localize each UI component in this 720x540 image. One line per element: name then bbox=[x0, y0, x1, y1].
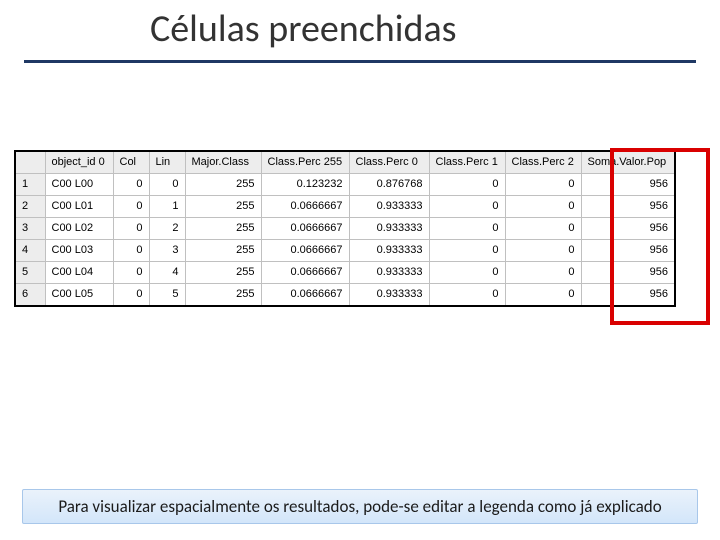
col-classperc2: Class.Perc 2 bbox=[505, 151, 581, 174]
table-row: 2 C00 L01 0 1 255 0.0666667 0.933333 0 0… bbox=[15, 196, 675, 218]
cell-p2: 0 bbox=[505, 262, 581, 284]
cell-p1: 0 bbox=[429, 262, 505, 284]
cell-lin: 3 bbox=[149, 240, 185, 262]
cell-p0: 0.876768 bbox=[349, 174, 429, 196]
row-index: 6 bbox=[15, 284, 45, 307]
page-title: Células preenchidas bbox=[150, 6, 457, 52]
col-col: Col bbox=[113, 151, 149, 174]
cell-col: 0 bbox=[113, 240, 149, 262]
table-header-row: object_id 0 Col Lin Major.Class Class.Pe… bbox=[15, 151, 675, 174]
cell-p0: 0.933333 bbox=[349, 196, 429, 218]
cell-p1: 0 bbox=[429, 196, 505, 218]
table-row: 5 C00 L04 0 4 255 0.0666667 0.933333 0 0… bbox=[15, 262, 675, 284]
row-index: 4 bbox=[15, 240, 45, 262]
cell-p2: 0 bbox=[505, 174, 581, 196]
cell-p1: 0 bbox=[429, 284, 505, 307]
cell-lin: 0 bbox=[149, 174, 185, 196]
cell-majorclass: 255 bbox=[185, 262, 261, 284]
cell-p2: 0 bbox=[505, 284, 581, 307]
table-row: 4 C00 L03 0 3 255 0.0666667 0.933333 0 0… bbox=[15, 240, 675, 262]
cell-p0: 0.933333 bbox=[349, 284, 429, 307]
col-majorclass: Major.Class bbox=[185, 151, 261, 174]
table-row: 6 C00 L05 0 5 255 0.0666667 0.933333 0 0… bbox=[15, 284, 675, 307]
cell-col: 0 bbox=[113, 284, 149, 307]
cell-majorclass: 255 bbox=[185, 218, 261, 240]
row-index: 2 bbox=[15, 196, 45, 218]
table-row: 3 C00 L02 0 2 255 0.0666667 0.933333 0 0… bbox=[15, 218, 675, 240]
cell-lin: 1 bbox=[149, 196, 185, 218]
cell-p255: 0.0666667 bbox=[261, 218, 349, 240]
cell-majorclass: 255 bbox=[185, 174, 261, 196]
cell-col: 0 bbox=[113, 174, 149, 196]
cell-p255: 0.123232 bbox=[261, 174, 349, 196]
cell-col: 0 bbox=[113, 218, 149, 240]
col-classperc0: Class.Perc 0 bbox=[349, 151, 429, 174]
col-corner bbox=[15, 151, 45, 174]
cell-lin: 5 bbox=[149, 284, 185, 307]
cell-object-id: C00 L03 bbox=[45, 240, 113, 262]
cell-p255: 0.0666667 bbox=[261, 284, 349, 307]
cell-lin: 4 bbox=[149, 262, 185, 284]
row-index: 3 bbox=[15, 218, 45, 240]
cell-p0: 0.933333 bbox=[349, 240, 429, 262]
cell-majorclass: 255 bbox=[185, 240, 261, 262]
cell-p0: 0.933333 bbox=[349, 262, 429, 284]
cell-col: 0 bbox=[113, 262, 149, 284]
data-table-container: object_id 0 Col Lin Major.Class Class.Pe… bbox=[14, 150, 712, 307]
slide: Células preenchidas object_id 0 Col Lin … bbox=[0, 0, 720, 540]
cell-object-id: C00 L00 bbox=[45, 174, 113, 196]
cell-p2: 0 bbox=[505, 196, 581, 218]
cell-object-id: C00 L05 bbox=[45, 284, 113, 307]
cell-p0: 0.933333 bbox=[349, 218, 429, 240]
cell-soma: 956 bbox=[581, 174, 675, 196]
data-table: object_id 0 Col Lin Major.Class Class.Pe… bbox=[14, 150, 676, 307]
cell-lin: 2 bbox=[149, 218, 185, 240]
cell-soma: 956 bbox=[581, 218, 675, 240]
cell-p255: 0.0666667 bbox=[261, 240, 349, 262]
cell-p255: 0.0666667 bbox=[261, 262, 349, 284]
cell-object-id: C00 L02 bbox=[45, 218, 113, 240]
col-object-id: object_id 0 bbox=[45, 151, 113, 174]
cell-object-id: C00 L04 bbox=[45, 262, 113, 284]
cell-p255: 0.0666667 bbox=[261, 196, 349, 218]
table-row: 1 C00 L00 0 0 255 0.123232 0.876768 0 0 … bbox=[15, 174, 675, 196]
cell-p1: 0 bbox=[429, 218, 505, 240]
col-classperc1: Class.Perc 1 bbox=[429, 151, 505, 174]
cell-majorclass: 255 bbox=[185, 284, 261, 307]
cell-p2: 0 bbox=[505, 240, 581, 262]
cell-majorclass: 255 bbox=[185, 196, 261, 218]
cell-p1: 0 bbox=[429, 174, 505, 196]
cell-soma: 956 bbox=[581, 262, 675, 284]
col-classperc255: Class.Perc 255 bbox=[261, 151, 349, 174]
row-index: 5 bbox=[15, 262, 45, 284]
cell-p2: 0 bbox=[505, 218, 581, 240]
col-somavalorpop: Soma.Valor.Pop bbox=[581, 151, 675, 174]
cell-col: 0 bbox=[113, 196, 149, 218]
title-underline bbox=[24, 60, 696, 63]
cell-p1: 0 bbox=[429, 240, 505, 262]
cell-object-id: C00 L01 bbox=[45, 196, 113, 218]
row-index: 1 bbox=[15, 174, 45, 196]
cell-soma: 956 bbox=[581, 240, 675, 262]
cell-soma: 956 bbox=[581, 196, 675, 218]
footer-note: Para visualizar espacialmente os resulta… bbox=[22, 489, 698, 524]
col-lin: Lin bbox=[149, 151, 185, 174]
cell-soma: 956 bbox=[581, 284, 675, 307]
